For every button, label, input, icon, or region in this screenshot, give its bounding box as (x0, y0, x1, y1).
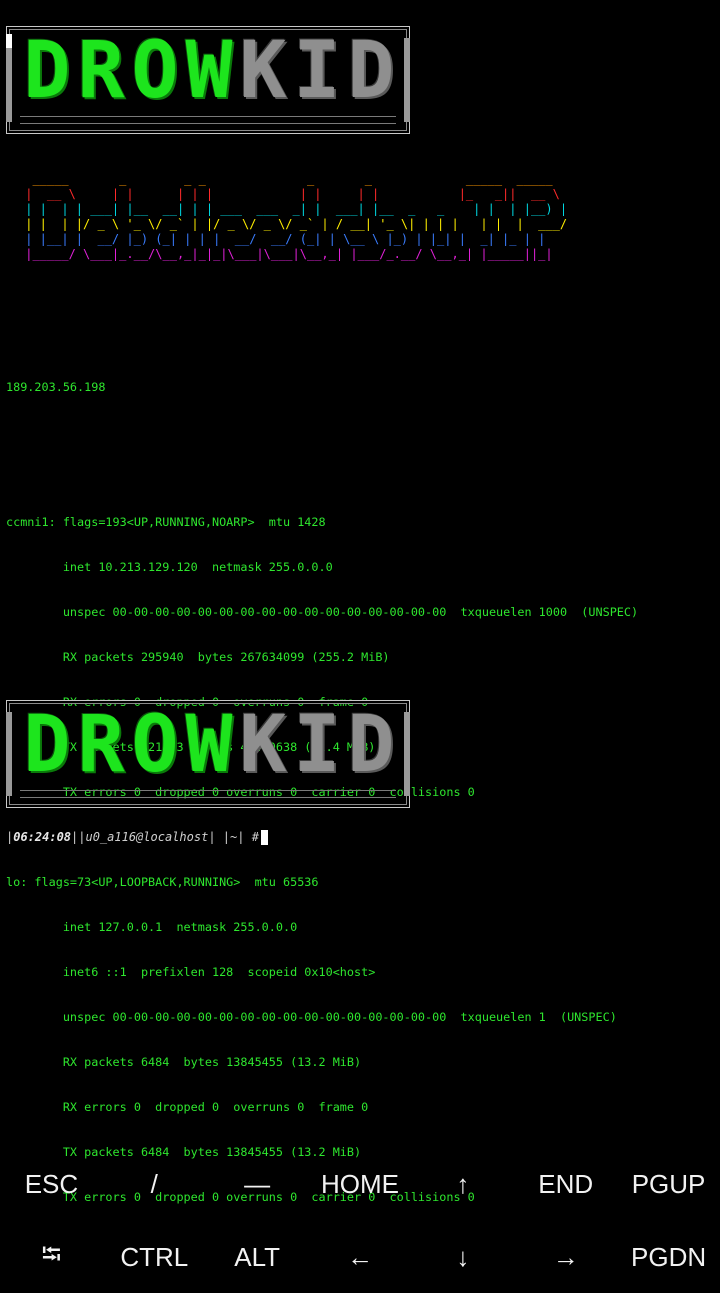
banner-letter: D (347, 708, 395, 782)
banner-right-edge (404, 712, 410, 796)
key-alt[interactable]: ALT (206, 1222, 309, 1293)
drowkid-banner-top: D R O W K I D (6, 26, 410, 134)
key-ctrl[interactable]: CTRL (103, 1222, 206, 1293)
figlet-line: | __ \ | | | | | | | | | |_ _|| __ \ (18, 187, 560, 201)
key-right-arrow[interactable]: → (514, 1222, 617, 1293)
key-down-arrow[interactable]: ↓ (411, 1222, 514, 1293)
figlet-line: |_____/ \___|_.__/\__,_|_|_|\___|\___|\_… (18, 247, 582, 261)
key-left-arrow[interactable]: ← (309, 1222, 412, 1293)
banner-left-edge (6, 712, 12, 796)
prompt-separator: | (237, 830, 252, 844)
banner-underline (20, 790, 396, 798)
terminal-line: RX packets 295940 bytes 267634099 (255.2… (6, 650, 390, 664)
banner-right-edge (404, 38, 410, 122)
prompt-separator: || (71, 830, 86, 844)
terminal-line: unspec 00-00-00-00-00-00-00-00-00-00-00-… (6, 1010, 617, 1024)
key-pgup[interactable]: PGUP (617, 1146, 720, 1222)
banner-underline (20, 116, 396, 124)
terminal-line: lo: flags=73<UP,LOOPBACK,RUNNING> mtu 65… (6, 875, 319, 889)
banner-word: D R O W K I D (18, 34, 396, 110)
terminal-line: RX packets 6484 bytes 13845455 (13.2 MiB… (6, 1055, 362, 1069)
prompt-separator: | | (208, 830, 230, 844)
banner-letter: K (239, 34, 287, 108)
banner-cursor (6, 34, 12, 48)
terminal-line: RX errors 0 dropped 0 overruns 0 frame 0 (6, 1100, 369, 1114)
text-cursor[interactable] (260, 830, 268, 845)
key-tab[interactable]: ⭾ (0, 1222, 103, 1293)
prompt-user-host: u0_a116@localhost (85, 830, 209, 844)
terminal-line: inet 127.0.0.1 netmask 255.0.0.0 (6, 920, 298, 934)
banner-letter: W (180, 708, 238, 782)
terminal-line: inet6 ::1 prefixlen 128 scopeid 0x10<hos… (6, 965, 376, 979)
extra-keys-bar: ESC / — HOME ↑ END PGUP ⭾ CTRL ALT ← ↓ →… (0, 1146, 720, 1293)
key-home[interactable]: HOME (309, 1146, 412, 1222)
banner-letter: O (126, 34, 184, 108)
banner-letter: K (239, 708, 287, 782)
drowkid-banner-bottom: D R O W K I D (6, 700, 410, 808)
prompt-time: 06:24:08 (13, 830, 72, 844)
prompt-symbol: # (251, 830, 259, 844)
prompt-cwd: ~ (230, 830, 238, 844)
figlet-rainbow-text: _____ _ _ _ _ _ _____ _____ | __ \ | | |… (18, 172, 582, 262)
key-up-arrow[interactable]: ↑ (411, 1146, 514, 1222)
key-slash[interactable]: / (103, 1146, 206, 1222)
banner-letter: D (18, 34, 76, 108)
banner-letter: R (72, 34, 130, 108)
terminal-line: inet 10.213.129.120 netmask 255.0.0.0 (6, 560, 333, 574)
banner-letter: I (293, 708, 341, 782)
terminal-line: unspec 00-00-00-00-00-00-00-00-00-00-00-… (6, 605, 639, 619)
shell-prompt[interactable]: | 06:24:08 || u0_a116@localhost | | ~ | # (6, 830, 268, 845)
banner-letter: R (72, 708, 130, 782)
terminal-line: ccmni1: flags=193<UP,RUNNING,NOARP> mtu … (6, 515, 326, 529)
banner-letter: W (180, 34, 238, 108)
key-end[interactable]: END (514, 1146, 617, 1222)
prompt-bracket: | (6, 830, 14, 844)
terminal-line: 189.203.56.198 (6, 380, 106, 394)
banner-letter: D (347, 34, 395, 108)
key-pgdn[interactable]: PGDN (617, 1222, 720, 1293)
banner-letter: I (293, 34, 341, 108)
key-esc[interactable]: ESC (0, 1146, 103, 1222)
figlet-line: | | | |/ _ \ '_ \/ _` | |/ _ \/ _ \/ _` … (18, 217, 568, 231)
figlet-line: _____ _ _ _ _ _ _____ _____ (18, 172, 560, 186)
figlet-line: | |__| | __/ |_) (_| | | | __/ __/ (_| |… (18, 232, 575, 246)
figlet-line: | | | | ___| |__ __| | | ___ ___ _| | __… (18, 202, 568, 216)
banner-letter: O (126, 708, 184, 782)
banner-letter: D (18, 708, 76, 782)
key-dash[interactable]: — (206, 1146, 309, 1222)
banner-word: D R O W K I D (18, 708, 396, 784)
banner-left-edge (6, 38, 12, 122)
